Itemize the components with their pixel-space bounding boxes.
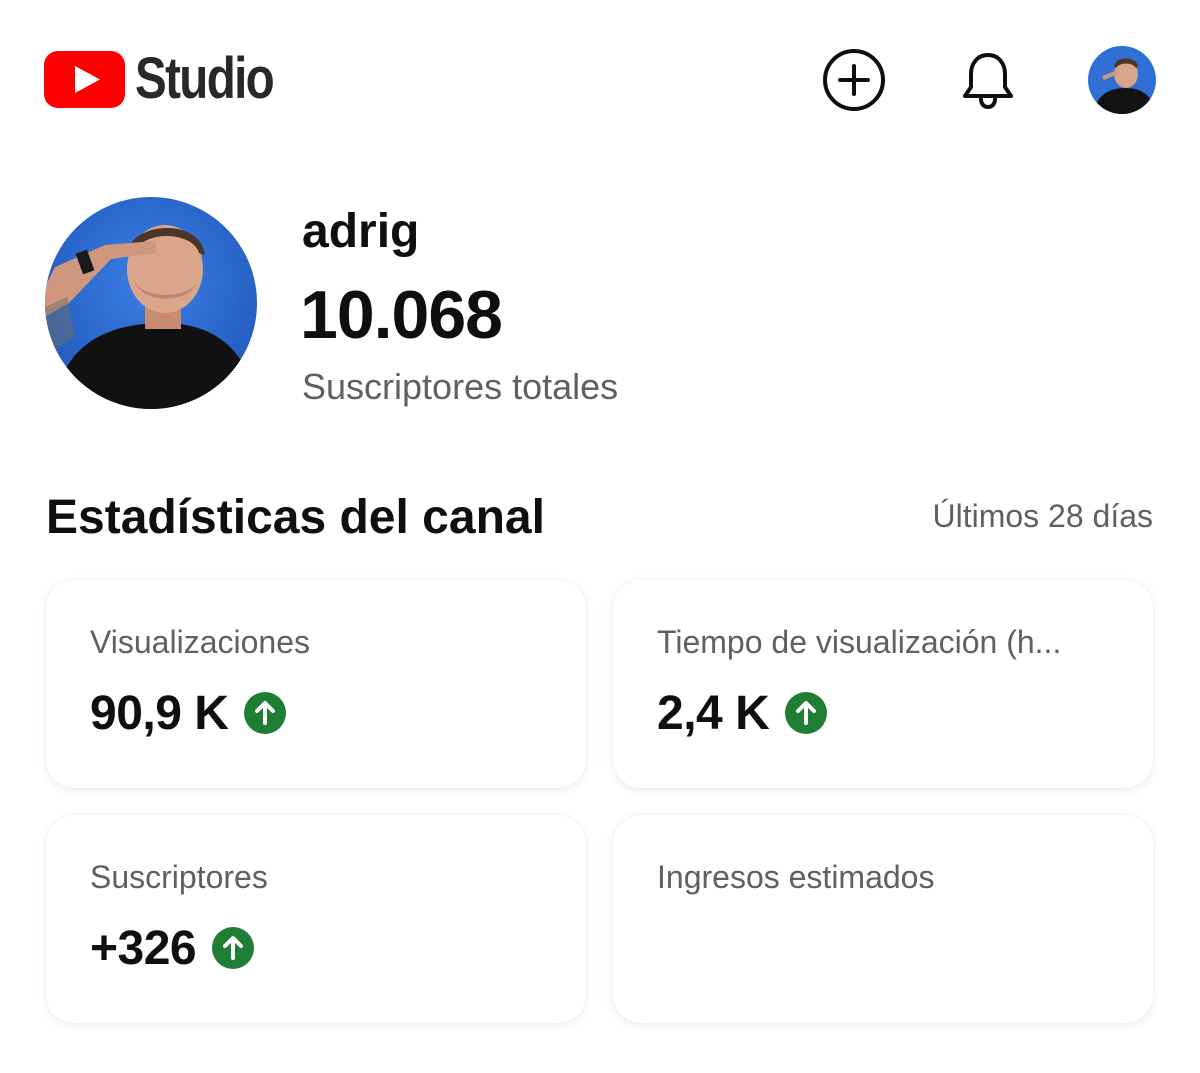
channel-stats-title: Estadísticas del canal (46, 491, 545, 544)
total-subscribers-label: Suscriptores totales (302, 366, 619, 407)
youtube-play-icon (44, 50, 125, 108)
profile-avatar[interactable] (1088, 46, 1156, 114)
stat-card-label: Ingresos estimados (657, 859, 935, 895)
stat-card-estimated-revenue[interactable]: Ingresos estimados (613, 815, 1153, 1023)
stat-card-label: Tiempo de visualización (h... (657, 624, 1062, 660)
studio-logo-text: Studio (135, 46, 275, 111)
stat-card-value: +326 (90, 921, 197, 975)
channel-avatar-image (45, 197, 257, 409)
total-subscribers-count: 10.068 (300, 277, 503, 353)
channel-avatar[interactable] (45, 197, 257, 409)
stat-card-value-row: 2,4 K (657, 685, 828, 741)
notifications-button[interactable] (955, 47, 1021, 113)
stat-card-value-row: +326 (90, 920, 255, 976)
stat-card-watch-time[interactable]: Tiempo de visualización (h... 2,4 K (613, 580, 1153, 788)
trend-up-icon (212, 927, 255, 969)
stat-card-value: 90,9 K (90, 686, 229, 740)
stats-period-label: Últimos 28 días (932, 498, 1153, 534)
stat-card-value: 2,4 K (657, 686, 770, 740)
create-plus-icon (823, 49, 885, 111)
stat-card-label: Suscriptores (90, 859, 268, 895)
stat-card-label: Visualizaciones (90, 624, 310, 660)
stat-card-value-row: 90,9 K (90, 685, 287, 741)
app-header: Studio (0, 0, 1200, 160)
profile-avatar-image (1088, 46, 1156, 114)
stat-card-subscribers[interactable]: Suscriptores +326 (46, 815, 586, 1023)
trend-up-icon (244, 692, 287, 734)
redacted-revenue-value (657, 933, 857, 963)
youtube-studio-dashboard: Studio adrig 10.068 Suscriptores totales… (0, 0, 1200, 1073)
trend-up-icon (785, 692, 828, 734)
channel-name: adrig (302, 205, 420, 258)
studio-logo[interactable]: Studio (44, 50, 303, 108)
stat-card-views[interactable]: Visualizaciones 90,9 K (46, 580, 586, 788)
bell-icon (963, 53, 1013, 110)
create-button[interactable] (821, 47, 887, 113)
